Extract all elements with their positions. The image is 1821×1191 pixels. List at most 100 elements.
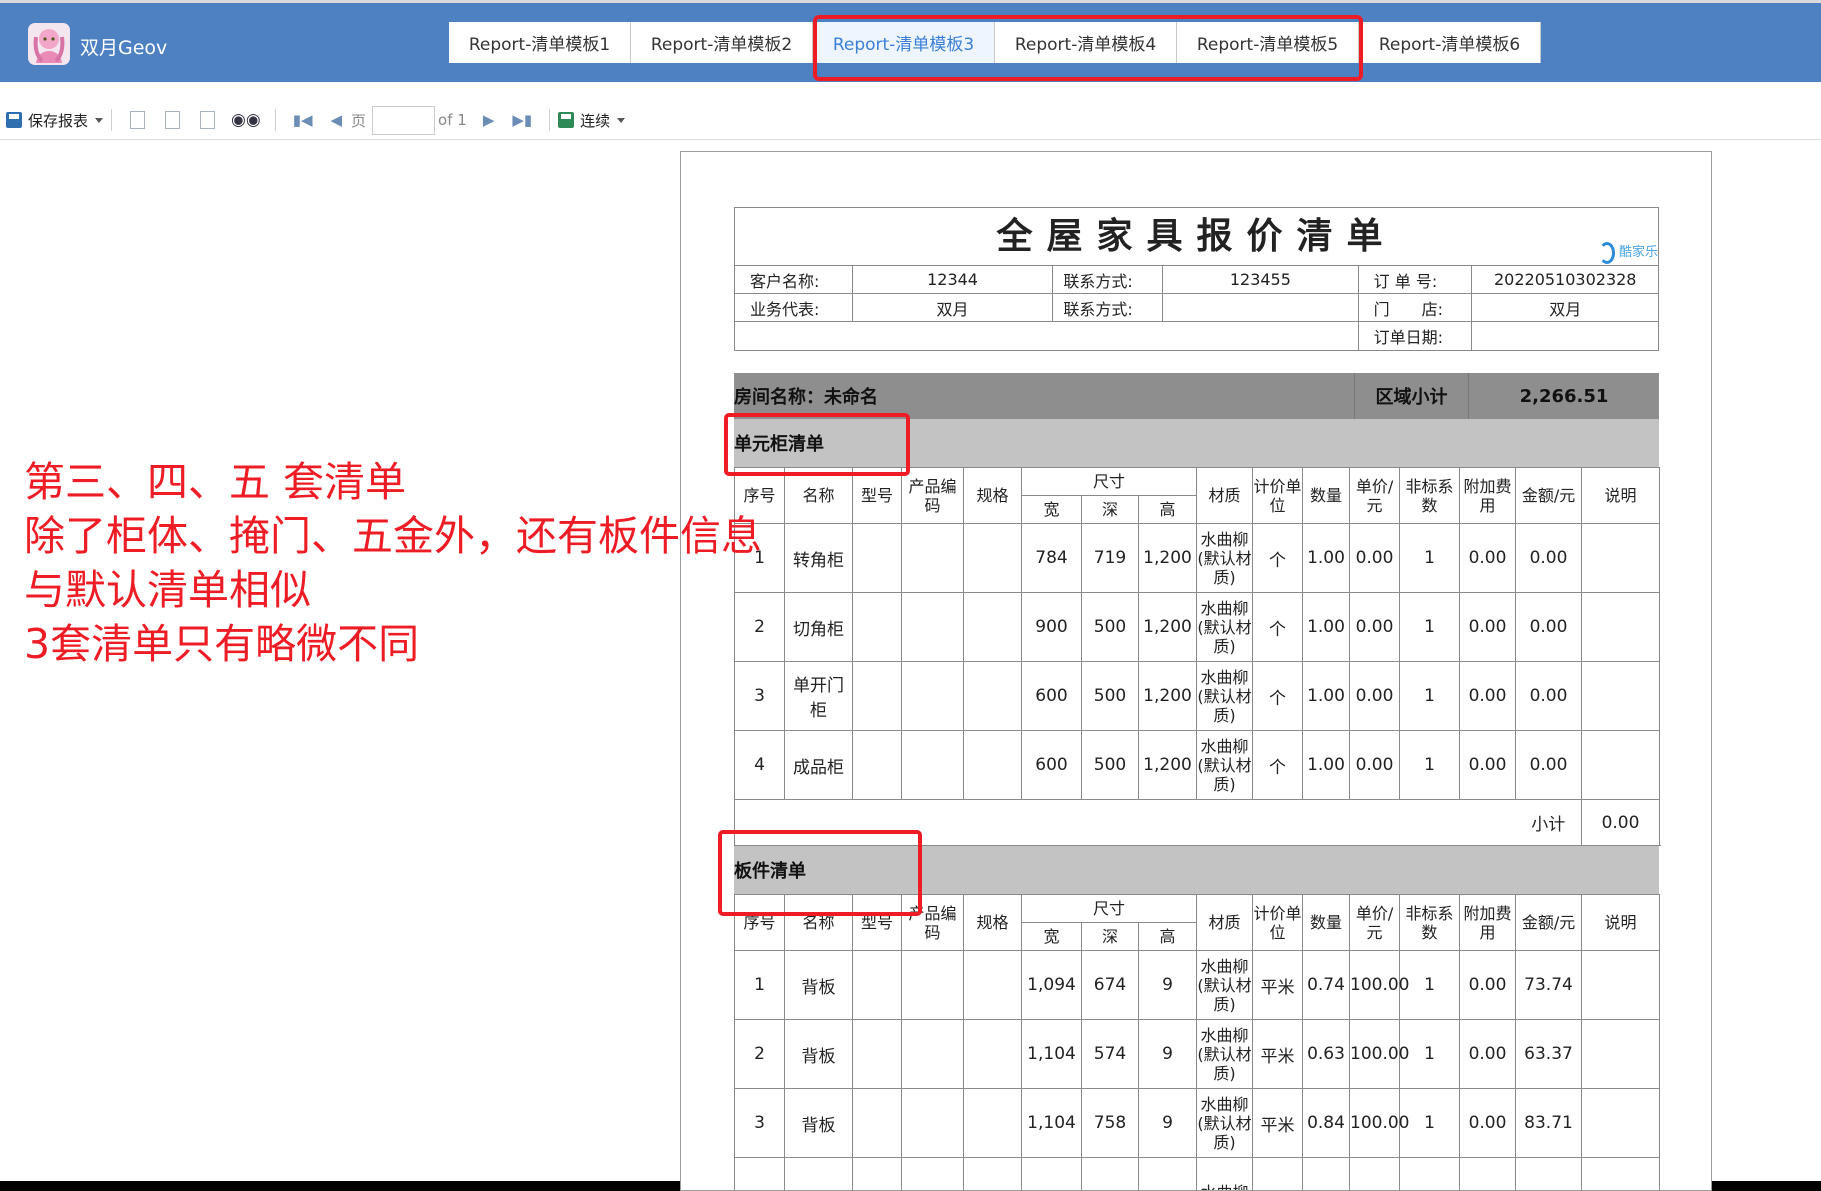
page-label: 页 xyxy=(351,110,366,131)
cell-model xyxy=(853,662,902,731)
cell-unit: 个 xyxy=(1253,731,1303,800)
col-amount: 金额/元 xyxy=(1516,895,1582,951)
app-header: 双月Geov Report-清单模板1 Report-清单模板2 Report-… xyxy=(0,0,1821,82)
report-page: 全屋家具报价清单 酷家乐 客户名称: 12344 联系方式: 123455 订 … xyxy=(680,151,1712,1191)
tab-report-4[interactable]: Report-清单模板4 xyxy=(995,22,1177,63)
cell-name xyxy=(785,1158,853,1191)
cell-material: 水曲柳(默认材质) xyxy=(1197,1089,1253,1158)
cell-name: 单开门柜 xyxy=(785,662,853,731)
cell-width: 1,104 xyxy=(1022,1020,1082,1089)
col-note: 说明 xyxy=(1582,468,1660,524)
toolbar-divider xyxy=(275,109,276,131)
previous-page-icon[interactable]: ◀ xyxy=(330,111,342,129)
cell-extra xyxy=(1460,1158,1516,1191)
cell-depth: 574 xyxy=(1082,1020,1139,1089)
cabinet-row: 4成品柜6005001,200水曲柳(默认材质)个1.000.0010.000.… xyxy=(735,731,1660,800)
cell-price: 100.00 xyxy=(1350,951,1400,1020)
annotation-text: 第三、四、五 套清单 除了柜体、掩门、五金外，还有板件信息 与默认清单相似 3套… xyxy=(24,455,762,671)
parameters-icon[interactable] xyxy=(165,111,180,129)
cell-price: 0.00 xyxy=(1350,662,1400,731)
cell-nonstd: 1 xyxy=(1400,731,1460,800)
cell-depth: 500 xyxy=(1082,662,1139,731)
col-width: 宽 xyxy=(1022,923,1082,951)
page-number-input[interactable] xyxy=(372,106,435,135)
tab-report-6[interactable]: Report-清单模板6 xyxy=(1359,22,1541,63)
tab-report-3[interactable]: Report-清单模板3 xyxy=(813,22,995,63)
cell-seq: 1 xyxy=(735,951,785,1020)
cell-unit: 个 xyxy=(1253,524,1303,593)
cell-amount: 0.00 xyxy=(1516,731,1582,800)
cell-material: 水曲柳(默认材质) xyxy=(1197,524,1253,593)
cell-model xyxy=(853,951,902,1020)
room-subtotal-value: 2,266.51 xyxy=(1468,373,1659,419)
cell-code xyxy=(902,951,964,1020)
last-page-icon[interactable]: ▶▮ xyxy=(512,111,532,129)
cell-note xyxy=(1582,951,1660,1020)
cell-depth: 758 xyxy=(1082,1089,1139,1158)
cell-nonstd: 1 xyxy=(1400,593,1460,662)
rep-value: 双月 xyxy=(853,294,1054,321)
app-window: 双月Geov Report-清单模板1 Report-清单模板2 Report-… xyxy=(0,0,1821,1181)
cell-unit: 平米 xyxy=(1253,1020,1303,1089)
col-price: 单价/元 xyxy=(1350,468,1400,524)
col-qty: 数量 xyxy=(1303,468,1350,524)
cell-spec xyxy=(964,524,1022,593)
cell-spec xyxy=(964,1158,1022,1191)
tab-report-1[interactable]: Report-清单模板1 xyxy=(449,22,631,63)
cabinet-row: 3单开门柜6005001,200水曲柳(默认材质)个1.000.0010.000… xyxy=(735,662,1660,731)
col-price: 单价/元 xyxy=(1350,895,1400,951)
toolbar-divider xyxy=(549,109,550,131)
cell-height xyxy=(1139,1158,1197,1191)
cell-material: 水曲柳(默认材质) xyxy=(1197,662,1253,731)
cell-depth: 674 xyxy=(1082,951,1139,1020)
store-label: 门 店: xyxy=(1359,294,1473,321)
cell-height: 9 xyxy=(1139,1089,1197,1158)
annotation-line: 3套清单只有略微不同 xyxy=(24,617,762,671)
room-name: 房间名称：未命名 xyxy=(734,373,1354,419)
cell-extra: 0.00 xyxy=(1460,951,1516,1020)
next-page-icon[interactable]: ▶ xyxy=(483,111,495,129)
continuous-view-button[interactable]: 连续 xyxy=(558,107,625,133)
save-report-button[interactable]: 保存报表 xyxy=(6,107,103,133)
binoculars-icon[interactable]: ◉◉ xyxy=(231,110,261,130)
cell-note xyxy=(1582,731,1660,800)
rep-label: 业务代表: xyxy=(735,294,853,321)
panel-table: 序号 名称 型号 产品编码 规格 尺寸 材质 计价单位 数量 单价/元 非标系数… xyxy=(734,894,1660,1191)
tab-report-5[interactable]: Report-清单模板5 xyxy=(1177,22,1359,63)
cell-note xyxy=(1582,1158,1660,1191)
store-value: 双月 xyxy=(1472,294,1658,321)
cell-name: 背板 xyxy=(785,1020,853,1089)
first-page-icon[interactable]: ▮◀ xyxy=(293,111,313,129)
panel-row: 3背板1,1047589水曲柳(默认材质)平米0.84100.0010.0083… xyxy=(735,1089,1660,1158)
customer-label: 客户名称: xyxy=(735,266,853,293)
quotation-report: 全屋家具报价清单 酷家乐 客户名称: 12344 联系方式: 123455 订 … xyxy=(734,207,1659,1191)
toolbar-divider xyxy=(111,109,112,131)
cell-material: 水曲柳(默认材质) xyxy=(1197,731,1253,800)
cabinet-row: 1转角柜7847191,200水曲柳(默认材质)个1.000.0010.000.… xyxy=(735,524,1660,593)
view-mode-icon xyxy=(558,112,574,128)
cell-height: 1,200 xyxy=(1139,731,1197,800)
cell-height: 9 xyxy=(1139,951,1197,1020)
cell-extra: 0.00 xyxy=(1460,1020,1516,1089)
cell-seq xyxy=(735,1158,785,1191)
cell-note xyxy=(1582,593,1660,662)
tab-report-2[interactable]: Report-清单模板2 xyxy=(631,22,813,63)
copy-icon[interactable] xyxy=(200,111,215,129)
cabinet-section-label: 单元柜清单 xyxy=(734,430,824,456)
cell-spec xyxy=(964,731,1022,800)
chevron-down-icon xyxy=(617,118,625,123)
cell-spec xyxy=(964,1089,1022,1158)
panel-row: 水曲柳 xyxy=(735,1158,1660,1191)
cell-seq: 2 xyxy=(735,1020,785,1089)
cell-unit xyxy=(1253,1158,1303,1191)
cell-spec xyxy=(964,1020,1022,1089)
col-depth: 深 xyxy=(1082,496,1139,524)
cell-depth: 500 xyxy=(1082,731,1139,800)
cell-name: 背板 xyxy=(785,951,853,1020)
cell-model xyxy=(853,1089,902,1158)
info-row: 业务代表: 双月 联系方式: 门 店: 双月 xyxy=(735,294,1658,322)
cell-qty: 0.63 xyxy=(1303,1020,1350,1089)
cell-amount: 0.00 xyxy=(1516,593,1582,662)
document-icon[interactable] xyxy=(130,111,145,129)
cell-unit: 平米 xyxy=(1253,1089,1303,1158)
